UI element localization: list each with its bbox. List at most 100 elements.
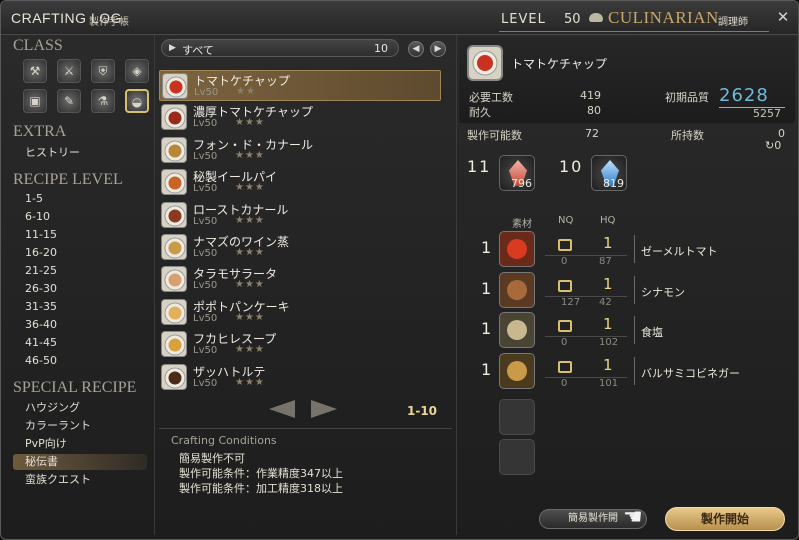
initial-quality-label: 初期品質	[665, 91, 709, 104]
tomato-icon[interactable]	[499, 231, 535, 267]
shark-fin-soup-icon	[161, 331, 187, 358]
material-name: 食塩	[641, 326, 663, 339]
empty-material-slot	[499, 439, 535, 475]
recipe-level: Lv50	[193, 150, 218, 162]
material-vline	[634, 356, 635, 385]
durability-label: 耐久	[469, 106, 491, 119]
nav-level-1-5[interactable]: 1-5	[13, 191, 147, 207]
detail-card: トマトケチャップ 必要工数 419 耐久 80 初期品質	[459, 37, 795, 123]
recipe-row[interactable]: フカヒレスープ Lv50 ★★★	[159, 329, 441, 360]
carpenter-icon[interactable]: ⚒	[23, 59, 47, 83]
hq-count: 1	[603, 234, 613, 252]
recipe-row[interactable]: ザッハトルテ Lv50 ★★★	[159, 362, 441, 393]
nav-master-books[interactable]: 秘伝書	[13, 454, 147, 470]
salt-icon[interactable]	[499, 312, 535, 348]
weaver-icon[interactable]: ✎	[57, 89, 81, 113]
cinnamon-icon[interactable]	[499, 271, 535, 308]
recipe-stars: ★★★	[235, 344, 265, 356]
recipe-row[interactable]: 濃厚トマトケチャップ Lv50 ★★★	[159, 102, 441, 133]
blacksmith-icon[interactable]: ⚔	[57, 59, 81, 83]
recipe-filter-dropdown[interactable]: ▶ すべて 10	[161, 39, 399, 57]
material-name: シナモン	[641, 285, 685, 299]
nav-level-16-20[interactable]: 16-20	[13, 245, 147, 261]
recipe-row[interactable]: フォン・ド・カナール Lv50 ★★★	[159, 135, 441, 166]
eel-pie-icon	[161, 169, 187, 196]
nq-slot[interactable]	[558, 279, 572, 292]
page-right-arrow-icon[interactable]	[311, 400, 337, 418]
nq-slot[interactable]	[558, 239, 572, 251]
recipe-row[interactable]: ローストカナール Lv50 ★★★	[159, 200, 441, 231]
fire-crystal-icon: 796	[499, 155, 535, 191]
page-left-arrow-icon[interactable]	[269, 400, 295, 418]
recipe-level: Lv50	[193, 377, 218, 389]
nav-level-26-30[interactable]: 26-30	[13, 281, 147, 297]
balsamic-vinegar-icon[interactable]	[499, 352, 535, 389]
nav-dyes[interactable]: カラーラント	[13, 418, 147, 434]
condition-line: 製作可能条件：作業精度347以上	[179, 467, 343, 480]
recycle-icon: ↻	[765, 139, 775, 152]
crystal-need: 11	[467, 157, 492, 176]
hq-header: HQ	[600, 215, 616, 226]
recipe-row[interactable]: ナマズのワイン蒸 Lv50 ★★★	[159, 232, 441, 263]
special-recipe-title: SPECIAL RECIPE	[13, 379, 137, 396]
next-page-button[interactable]: ▶	[430, 41, 446, 57]
nav-level-11-15[interactable]: 11-15	[13, 227, 147, 243]
recipe-stars: ★★	[236, 86, 256, 97]
armorer-icon[interactable]: ⛨	[91, 59, 115, 83]
catfish-wine-icon	[161, 234, 187, 260]
material-need: 1	[481, 359, 492, 379]
nav-housing[interactable]: ハウジング	[13, 400, 147, 416]
crystal-owned: 796	[511, 177, 532, 190]
material-divider	[545, 255, 627, 256]
filter-count: 10	[374, 42, 388, 55]
nav-history[interactable]: ヒストリー	[13, 145, 147, 161]
recipe-level: Lv50	[193, 280, 218, 292]
nav-level-36-40[interactable]: 36-40	[13, 317, 147, 333]
recipe-row[interactable]: タラモサラータ Lv50 ★★★	[159, 264, 441, 295]
nav-level-41-45[interactable]: 41-45	[13, 335, 147, 351]
job-name-jp: 調理師	[718, 17, 748, 28]
recipe-stars: ★★★	[235, 279, 265, 291]
goldsmith-icon[interactable]: ◈	[125, 59, 149, 83]
material-vline	[634, 275, 635, 304]
nav-level-21-25[interactable]: 21-25	[13, 263, 147, 279]
durability-value: 80	[587, 104, 601, 117]
nav-level-46-50[interactable]: 46-50	[13, 353, 147, 369]
material-vline	[634, 235, 635, 263]
sachertorte-icon	[161, 363, 187, 390]
nq-owned: 127	[561, 296, 581, 308]
quality-value: 2628	[719, 85, 769, 106]
alchemist-icon[interactable]: ⚗	[91, 89, 115, 113]
leatherworker-icon[interactable]: ▣	[23, 89, 47, 113]
hq-owned: 101	[599, 377, 619, 389]
tools-icon[interactable]: ✕	[773, 7, 793, 27]
material-divider	[545, 295, 627, 297]
recipe-stars: ★★★	[235, 376, 265, 388]
recipe-list-panel: ▶ すべて 10 ◀ ▶ トマトケチャップ Lv50 ★★ 濃厚トマトケチャップ Lv5…	[154, 35, 455, 535]
recipe-stars: ★★★	[235, 182, 265, 194]
header-divider	[499, 31, 769, 32]
recipe-row[interactable]: トマトケチャップ Lv50 ★★	[159, 70, 441, 101]
nav-level-31-35[interactable]: 31-35	[13, 299, 147, 315]
crafting-log-window: CRAFTING LOG 製作手帳 LEVEL 50 CULINARIAN 調理…	[0, 0, 799, 540]
prev-page-button[interactable]: ◀	[408, 41, 424, 57]
nav-pvp[interactable]: PvP向け	[13, 436, 147, 452]
recipe-stars: ★★★	[235, 149, 265, 161]
hq-owned: 42	[599, 296, 612, 308]
crystal-owned: 819	[603, 177, 624, 190]
recipe-stars: ★★★	[235, 214, 265, 226]
synthesize-button[interactable]: 製作開始	[665, 507, 785, 531]
pointer-hand-icon: ☚	[623, 505, 643, 530]
recipe-row[interactable]: 秘製イールパイ Lv50 ★★★	[159, 167, 441, 198]
nq-slot[interactable]	[558, 320, 572, 332]
owned-label: 所持数	[671, 129, 704, 142]
material-need: 1	[481, 319, 492, 338]
culinarian-icon[interactable]: ◒	[125, 89, 149, 113]
recipe-row[interactable]: ポポトパンケーキ Lv50 ★★★	[159, 297, 441, 328]
nq-owned: 0	[561, 256, 568, 267]
nq-slot[interactable]	[558, 360, 572, 373]
nav-beast-tribe[interactable]: 蛮族クエスト	[13, 472, 147, 488]
nav-level-6-10[interactable]: 6-10	[13, 209, 147, 225]
crafting-conditions: Crafting Conditions 簡易製作不可 製作可能条件：作業精度34…	[159, 428, 452, 532]
hq-owned: 102	[599, 337, 619, 348]
